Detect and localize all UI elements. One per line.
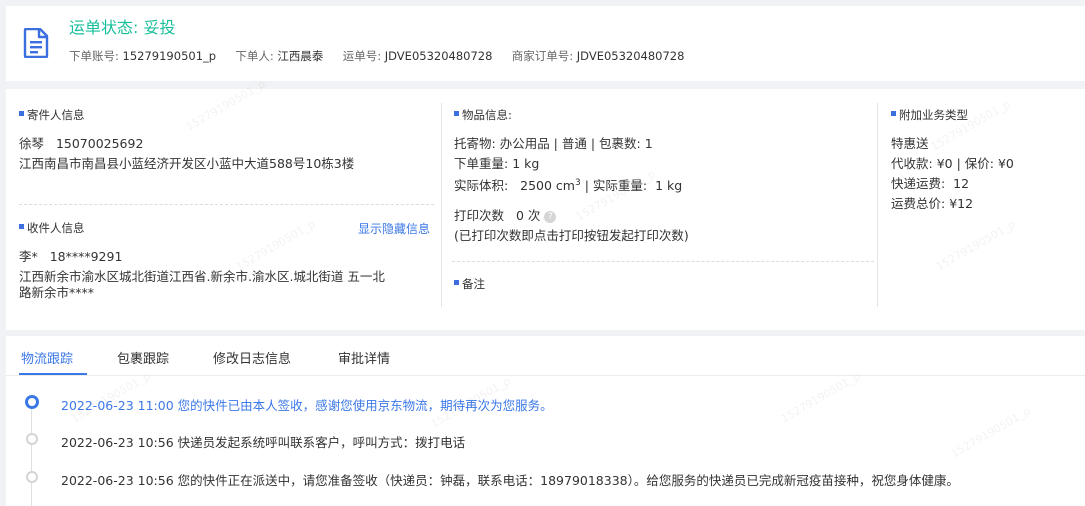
sender-name: 徐琴: [19, 136, 45, 151]
waybill-label: 运单号:: [342, 49, 382, 63]
actual-weight-label: | 实际重量:: [584, 178, 648, 194]
insured-value: ¥0: [997, 156, 1014, 171]
waybill-status: 运单状态: 妥投: [69, 14, 176, 38]
timeline-event: 2022-06-23 10:56 快递员发起系统呼叫联系客户，呼叫方式：拨打电话: [61, 432, 465, 451]
watermark: 15279190501_p: [948, 404, 1033, 461]
cod-value: ¥0: [936, 156, 953, 171]
tab-approval-details[interactable]: 审批详情: [338, 348, 390, 367]
tracking-panel: 15279190501_p 15279190501_p 15279190501_…: [6, 336, 1085, 506]
watermark: 15279190501_p: [233, 217, 318, 274]
timeline-line: [31, 406, 32, 506]
addon-total: 运费总价: ¥12: [891, 194, 973, 213]
fee-label: 快递运费:: [891, 176, 946, 191]
addon-fee: 快递运费: 12: [891, 174, 969, 193]
watermark: 15279190501_p: [928, 97, 1013, 154]
order-weight-value: 1 kg: [512, 156, 540, 171]
sender-phone: 15070025692: [55, 136, 144, 151]
goods-cargo: 托寄物: 办公用品 | 普通 | 包裹数: 1: [454, 134, 653, 153]
waybill-value: JDVE05320480728: [384, 49, 493, 63]
order-weight-label: 下单重量:: [454, 156, 509, 171]
fee-value: 12: [953, 176, 970, 191]
divider: [452, 261, 874, 262]
event-text: 快递员发起系统呼叫联系客户，呼叫方式：拨打电话: [177, 435, 466, 450]
order-meta: 下单账号: 15279190501_p 下单人: 江西晨泰 运单号: JDVE0…: [69, 48, 684, 64]
timeline-node-active: [25, 395, 39, 409]
question-circle-icon[interactable]: ?: [544, 211, 557, 223]
event-time: 2022-06-23 10:56: [61, 473, 174, 488]
volume-unit-sup: 3: [574, 178, 581, 188]
cod-label: 代收款:: [891, 156, 933, 171]
event-text: 您的快件已由本人签收，感谢您使用京东物流，期待再次为您服务。: [177, 398, 553, 413]
active-tab-indicator: [19, 373, 87, 375]
watermark: 15279190501_p: [933, 217, 1018, 274]
merchant-order-label: 商家订单号:: [511, 49, 574, 63]
event-text: 您的快件正在派送中，请您准备签收（快递员：钟磊，联系电话：18979018338…: [177, 473, 959, 488]
actual-weight-value: 1 kg: [655, 178, 683, 194]
receiver-phone: 18****9291: [49, 249, 123, 264]
volume-label: 实际体积:: [454, 178, 509, 194]
sender-contact: 徐琴 15070025692: [19, 134, 143, 153]
watermark: 15279190501_p: [183, 77, 268, 134]
addon-section-title: 附加业务类型: [891, 107, 968, 123]
sender-section-title: 寄件人信息: [19, 107, 85, 123]
timeline-node: [26, 471, 38, 483]
timeline-event: 2022-06-23 11:00 您的快件已由本人签收，感谢您使用京东物流，期待…: [61, 395, 553, 414]
account-label: 下单账号:: [69, 49, 119, 63]
volume-value: 2500 cm: [520, 178, 575, 194]
merchant-order-value: JDVE05320480728: [576, 49, 685, 63]
receiver-name: 李*: [19, 249, 38, 264]
addon-cod-insured: 代收款: ¥0 | 保价: ¥0: [891, 154, 1014, 173]
order-status-header: 运单状态: 妥投 下单账号: 15279190501_p 下单人: 江西晨泰 运…: [6, 6, 1085, 81]
column-divider: [441, 103, 442, 307]
total-label: 运费总价:: [891, 196, 946, 211]
document-icon: [23, 28, 49, 58]
receiver-address-line2: 路新余市****: [19, 285, 95, 300]
print-count-value: 0 次: [515, 208, 541, 223]
total-value: ¥12: [949, 196, 974, 211]
column-divider: [877, 103, 878, 307]
timeline-event: 2022-06-23 10:56 您的快件正在派送中，请您准备签收（快递员：钟磊…: [61, 470, 959, 489]
orderer-value: 江西晨泰: [277, 49, 324, 63]
receiver-contact: 李* 18****9291: [19, 247, 122, 266]
event-time: 2022-06-23 10:56: [61, 435, 174, 450]
event-time: 2022-06-23 11:00: [61, 398, 174, 413]
print-count-note: (已打印次数即点击打印按钮发起打印次数): [454, 228, 689, 243]
orderer-label: 下单人:: [235, 49, 274, 63]
account-value: 15279190501_p: [122, 49, 217, 63]
cargo-label: 托寄物:: [454, 136, 496, 151]
tab-change-log[interactable]: 修改日志信息: [213, 348, 291, 367]
print-count: 打印次数 0 次?: [454, 206, 557, 225]
insured-label: | 保价:: [956, 156, 994, 171]
addon-type: 特惠送: [891, 136, 929, 151]
sender-address: 江西南昌市南昌县小蓝经济开发区小蓝中大道588号10栋3楼: [19, 156, 355, 171]
print-count-label: 打印次数: [454, 208, 505, 223]
show-hidden-info-link[interactable]: 显示隐藏信息: [358, 220, 430, 237]
goods-order-weight: 下单重量: 1 kg: [454, 154, 539, 173]
cargo-value: 办公用品 | 普通 | 包裹数: 1: [499, 136, 653, 151]
status-value: 妥投: [143, 18, 176, 37]
receiver-section-title: 收件人信息: [19, 220, 85, 236]
status-label: 运单状态:: [69, 18, 139, 37]
divider: [19, 204, 434, 205]
tab-package-tracking[interactable]: 包裹跟踪: [117, 348, 169, 367]
tab-bar: 物流跟踪 包裹跟踪 修改日志信息 审批详情: [6, 336, 1085, 376]
goods-section-title: 物品信息:: [454, 107, 512, 123]
remark-section-title: 备注: [454, 276, 485, 292]
order-info-panel: 15279190501_p 15279190501_p 15279190501_…: [6, 78, 1085, 330]
goods-volume: 实际体积: 2500 cm3 | 实际重量: 1 kg: [454, 174, 682, 195]
tab-logistics-tracking[interactable]: 物流跟踪: [21, 348, 73, 367]
timeline-node: [26, 433, 38, 445]
watermark: 15279190501_p: [778, 369, 863, 426]
